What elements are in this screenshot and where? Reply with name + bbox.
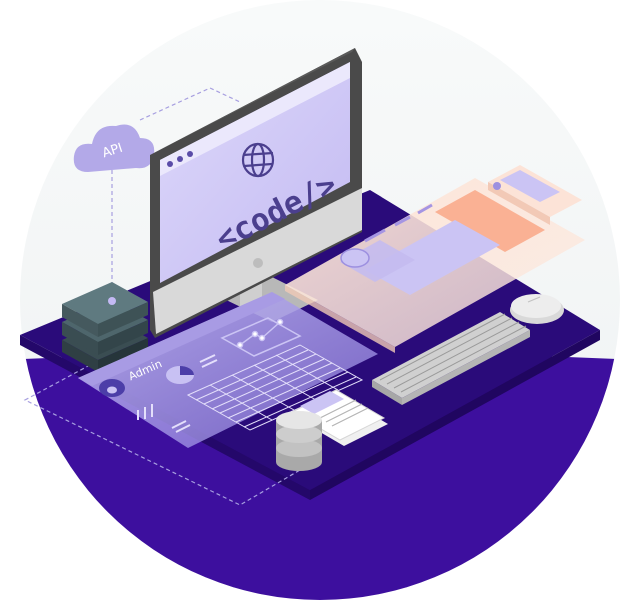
pie-chart-icon	[166, 366, 194, 384]
isometric-web-development-illustration: API <code/> Admin	[20, 0, 620, 600]
avatar-icon	[99, 379, 125, 397]
database-icon	[276, 411, 322, 471]
